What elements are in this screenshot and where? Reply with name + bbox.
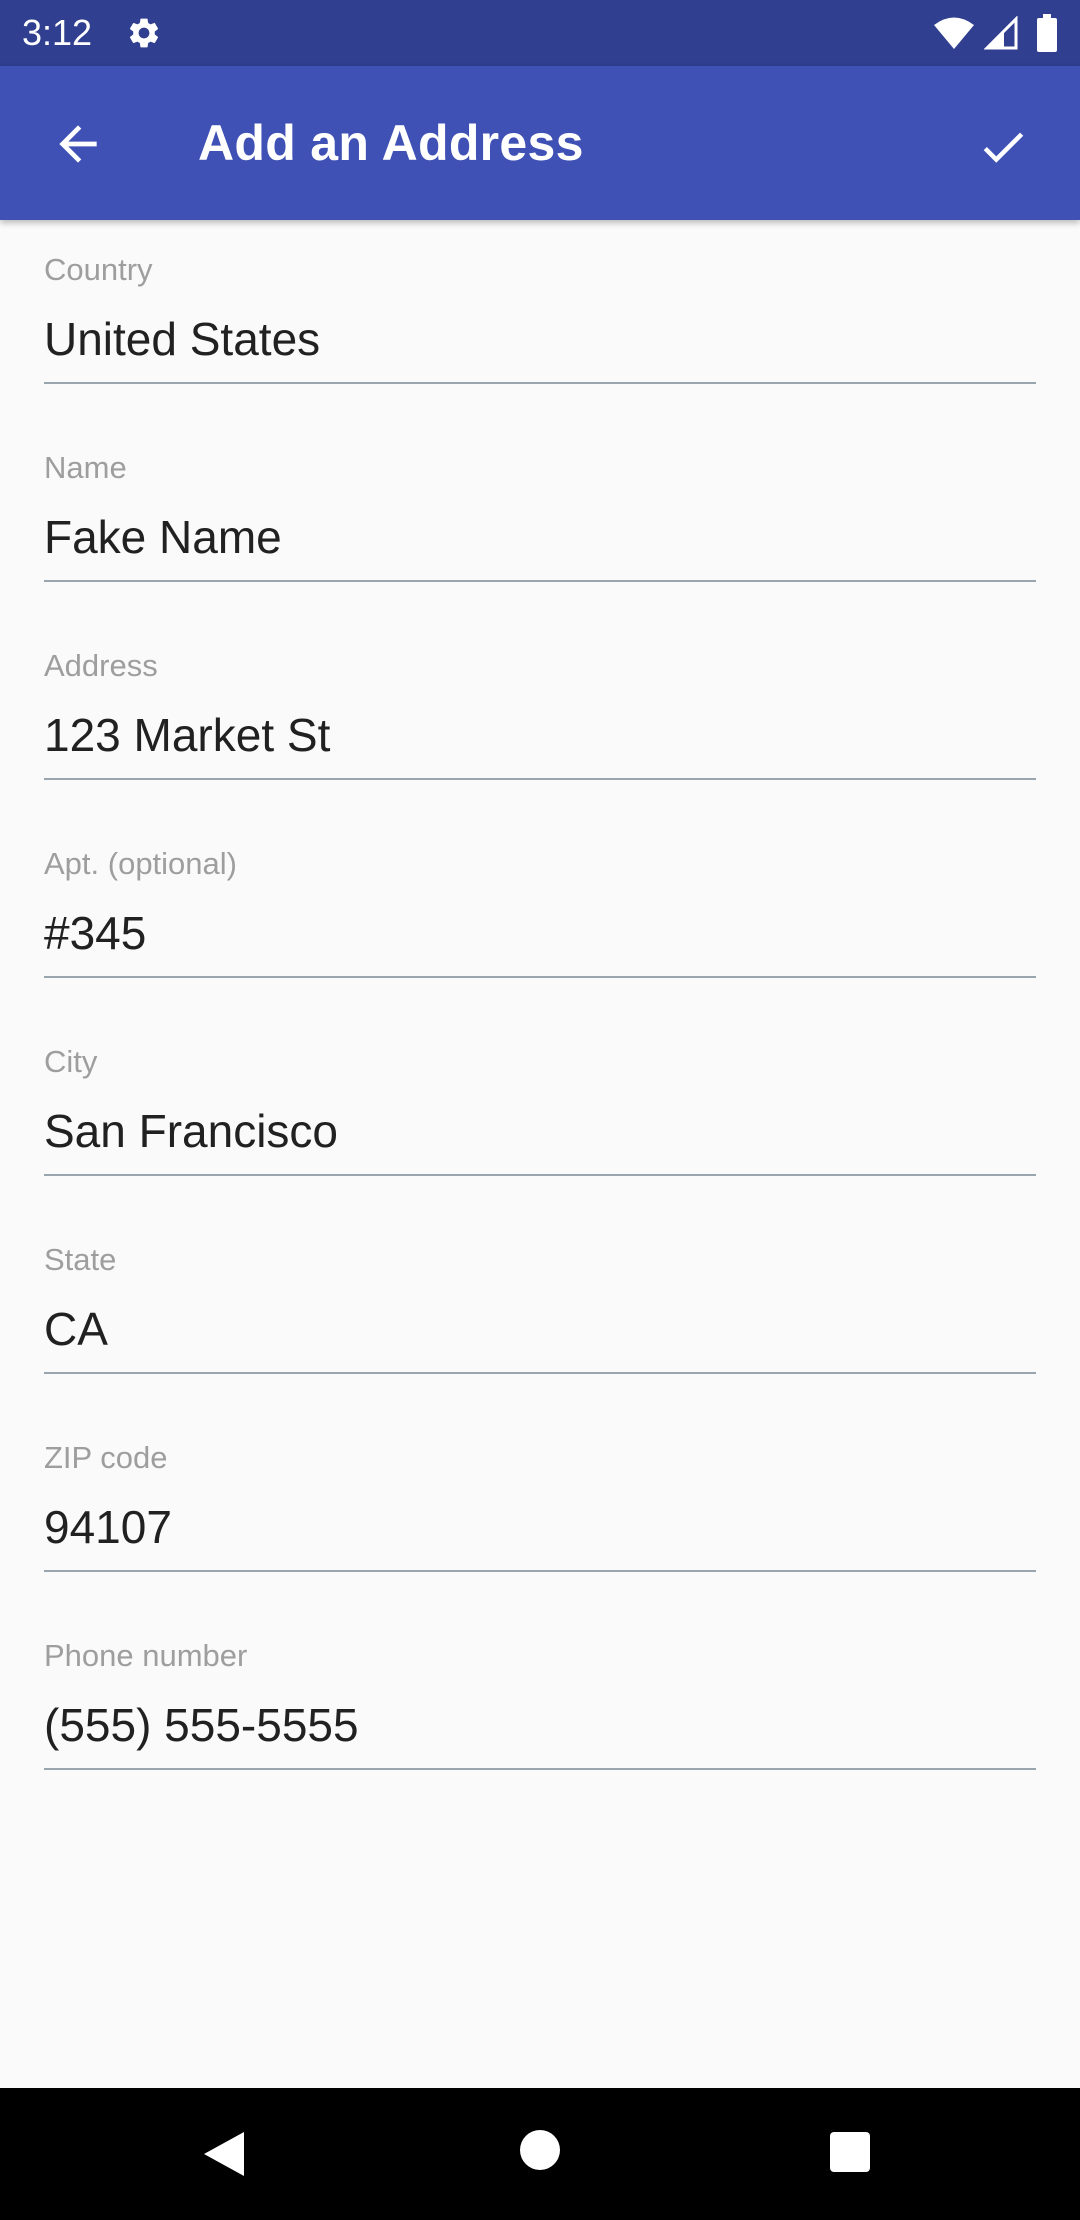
city-field[interactable]: City San Francisco — [0, 1012, 1080, 1210]
field-label: ZIP code — [44, 1440, 168, 1475]
navigation-bar — [0, 2088, 1080, 2220]
signal-icon — [983, 15, 1018, 50]
field-label: Apt. (optional) — [44, 846, 237, 881]
apt-field[interactable]: Apt. (optional) #345 — [0, 814, 1080, 1012]
field-underline — [44, 1768, 1036, 1770]
address-input[interactable]: 123 Market St — [44, 712, 1036, 758]
field-label: Name — [44, 450, 127, 485]
country-field[interactable]: Country United States — [0, 220, 1080, 418]
field-underline — [44, 382, 1036, 384]
name-field[interactable]: Name Fake Name — [0, 418, 1080, 616]
wifi-icon — [934, 16, 974, 50]
status-bar: 3:12 — [0, 0, 1080, 66]
name-input[interactable]: Fake Name — [44, 514, 1036, 560]
zip-input[interactable]: 94107 — [44, 1504, 1036, 1550]
state-field[interactable]: State CA — [0, 1210, 1080, 1408]
field-underline — [44, 1372, 1036, 1374]
phone-input[interactable]: (555) 555-5555 — [44, 1702, 1036, 1748]
check-icon — [983, 132, 1024, 163]
battery-icon — [1036, 14, 1058, 52]
field-label: Country — [44, 252, 153, 287]
back-button[interactable] — [28, 108, 128, 180]
field-label: Address — [44, 648, 158, 683]
nav-back-icon[interactable] — [200, 2128, 252, 2180]
status-time: 3:12 — [22, 12, 93, 53]
app-bar: Add an Address — [0, 66, 1080, 220]
apt-input[interactable]: #345 — [44, 910, 1036, 956]
gear-icon — [126, 15, 162, 51]
field-underline — [44, 778, 1036, 780]
phone-field[interactable]: Phone number (555) 555-5555 — [0, 1606, 1080, 1804]
address-field[interactable]: Address 123 Market St — [0, 616, 1080, 814]
city-input[interactable]: San Francisco — [44, 1108, 1036, 1154]
zip-field[interactable]: ZIP code 94107 — [0, 1408, 1080, 1606]
field-underline — [44, 580, 1036, 582]
arrow-back-icon — [59, 125, 97, 163]
field-label: State — [44, 1242, 117, 1277]
nav-recents-icon[interactable] — [828, 2130, 872, 2174]
field-underline — [44, 976, 1036, 978]
save-button[interactable] — [960, 104, 1044, 184]
field-label: Phone number — [44, 1638, 248, 1673]
state-input[interactable]: CA — [44, 1306, 1036, 1352]
nav-home-icon[interactable] — [518, 2128, 562, 2172]
page-title: Add an Address — [198, 115, 584, 171]
field-underline — [44, 1570, 1036, 1572]
country-input[interactable]: United States — [44, 316, 1036, 362]
address-form: Country United States Name Fake Name Add… — [0, 220, 1080, 1804]
field-underline — [44, 1174, 1036, 1176]
field-label: City — [44, 1044, 98, 1079]
